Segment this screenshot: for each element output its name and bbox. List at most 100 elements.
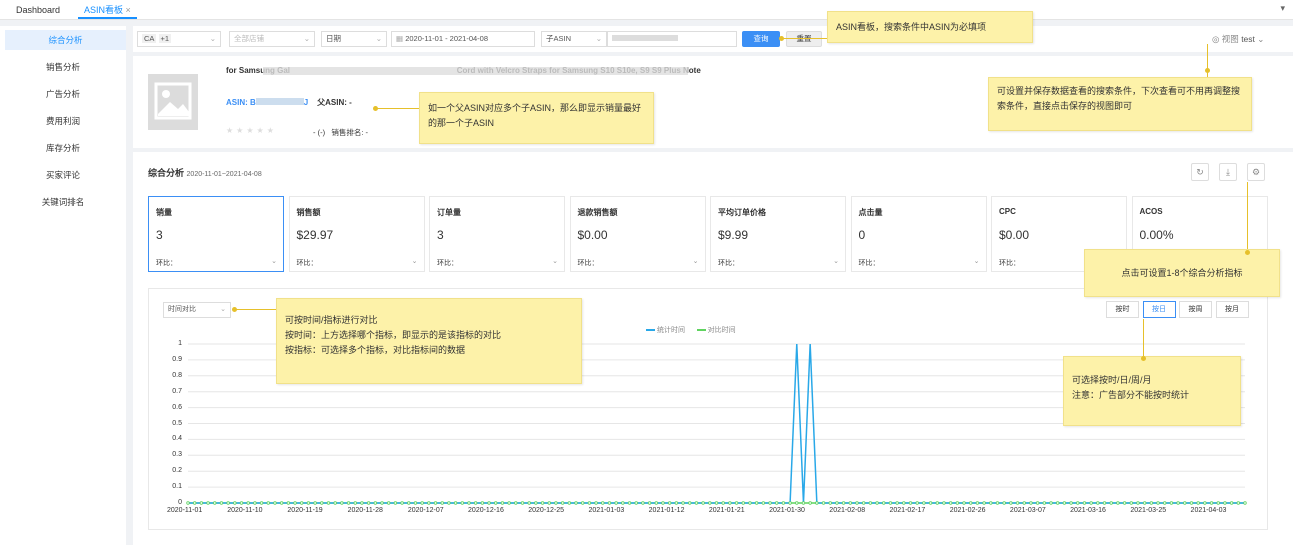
data-point [1062,501,1067,505]
note-connector [376,108,419,109]
data-point [494,501,498,505]
note-metric-settings: 点击可设置1-8个综合分析指标 [1084,249,1280,297]
data-point [1082,501,1087,505]
note-save-view: 可设置并保存数据查看的搜索条件，下次查看可不用再调整搜索条件，直接点击保存的视图… [988,77,1252,131]
note-line: 可选择按时/日/周/月 [1072,375,1152,385]
data-point [948,501,953,505]
data-point [199,501,204,505]
data-point [554,501,558,505]
data-point [373,501,378,505]
data-point [607,501,612,505]
data-point [821,501,826,505]
data-point [1102,501,1107,505]
data-point [467,501,471,505]
data-point [1156,501,1160,505]
data-point [473,501,478,505]
data-point [1002,501,1006,505]
data-point [654,501,658,505]
data-point [621,501,625,505]
data-point [380,501,384,505]
data-point [320,501,324,505]
data-point [995,501,1000,505]
data-point [1029,501,1033,505]
data-point [1229,501,1234,505]
data-point [694,501,699,505]
data-point [1183,501,1187,505]
data-point [219,501,224,505]
data-point [540,501,545,505]
note-dot [1141,356,1146,361]
data-point [748,501,752,505]
data-point [888,501,893,505]
data-point [688,501,692,505]
data-point [433,501,438,505]
data-point [795,501,799,505]
data-point [828,501,832,505]
data-point [942,501,946,505]
data-point [982,501,986,505]
data-point [560,501,565,505]
data-point [407,501,411,505]
data-point [527,501,531,505]
data-point [326,501,331,505]
data-point [346,501,351,505]
data-point [861,501,866,505]
data-point [1089,501,1093,505]
data-point [667,501,672,505]
note-connector [235,309,276,310]
data-point [547,501,551,505]
note-connector [1247,182,1248,249]
data-point [1049,501,1053,505]
data-point [273,501,277,505]
data-point [313,501,317,505]
data-point [721,501,725,505]
data-point [186,501,190,505]
data-point [259,501,264,505]
data-point [989,501,993,505]
data-point [1149,501,1154,505]
data-point [962,501,966,505]
data-point [741,501,745,505]
data-point [393,501,398,505]
note-dot [232,307,237,312]
data-point [935,501,939,505]
note-dot [373,106,378,111]
data-point [427,501,431,505]
data-point [775,501,779,505]
note-line: 可按时间/指标进行对比 [285,315,378,325]
note-line: 按时间：上方选择哪个指标，即显示的是该指标的对比 [285,330,502,340]
data-point [1176,501,1180,505]
data-point [601,501,605,505]
data-point [808,501,812,505]
data-point [922,501,926,505]
data-point [848,501,852,505]
data-point [581,501,585,505]
data-point [754,501,759,505]
data-point [293,501,297,505]
note-asin-required: ASIN看板，搜索条件中ASIN为必填项 [827,11,1033,43]
data-point [574,501,578,505]
data-point [768,501,772,505]
data-point [386,501,391,505]
data-point [1216,501,1220,505]
data-point [801,501,806,505]
data-point [1243,501,1247,505]
note-compare-mode: 可按时间/指标进行对比 按时间：上方选择哪个指标，即显示的是该指标的对比 按指标… [276,298,582,384]
data-point [1203,501,1207,505]
data-point [460,501,464,505]
data-point [279,501,284,505]
data-point [286,501,291,505]
data-point [955,501,960,505]
data-point [500,501,505,505]
data-point [641,501,645,505]
data-point [1136,501,1140,505]
data-point [226,501,230,505]
data-point [213,501,217,505]
data-point [1163,501,1167,505]
data-point [246,501,250,505]
data-point [413,501,418,505]
data-point [975,501,980,505]
data-point [788,501,792,505]
data-point [908,501,913,505]
data-point [1129,501,1133,505]
